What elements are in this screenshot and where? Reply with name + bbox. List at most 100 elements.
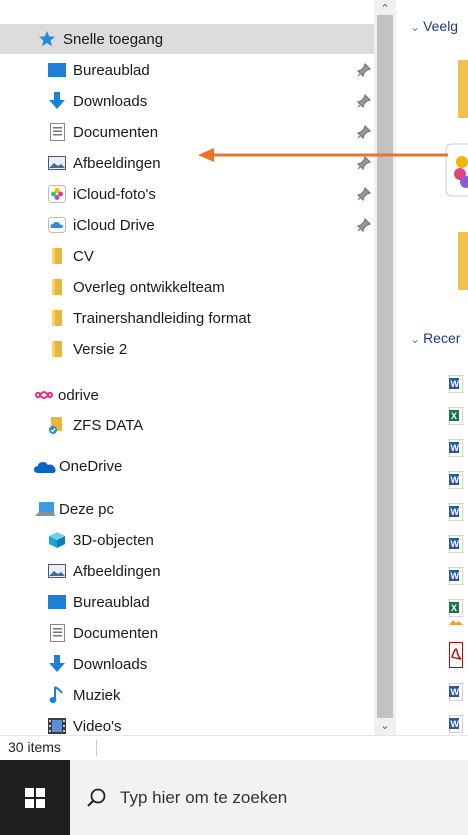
nav-label: odrive <box>58 386 99 404</box>
nav-this-pc[interactable]: Deze pc <box>0 494 374 524</box>
search-icon <box>87 788 106 807</box>
nav-label: Downloads <box>73 655 148 673</box>
pin-icon[interactable] <box>357 63 371 77</box>
nav-item-versie-2[interactable]: Versie 2 <box>0 334 374 364</box>
svg-text:W: W <box>451 687 460 697</box>
pictures-icon <box>48 154 66 172</box>
nav-label: ZFS DATA <box>73 416 144 434</box>
nav-item-icloud-photos[interactable]: iCloud-foto's <box>0 179 374 209</box>
svg-text:W: W <box>451 539 460 549</box>
items-count: 30 items <box>8 739 61 755</box>
nav-item-downloads[interactable]: Downloads <box>0 86 374 116</box>
section-recent[interactable]: ⌄ Recer <box>410 330 460 346</box>
chevron-down-icon: ⌄ <box>410 20 421 34</box>
nav-label: 3D-objecten <box>73 531 154 549</box>
nav-item-icloud-drive[interactable]: iCloud Drive <box>0 210 374 240</box>
folder-icon <box>48 247 66 265</box>
nav-onedrive[interactable]: OneDrive <box>0 451 374 481</box>
icloud-drive-icon <box>48 216 66 234</box>
nav-label: Versie 2 <box>73 340 128 358</box>
icloud-photos-icon <box>48 185 66 203</box>
infinity-icon <box>34 386 54 404</box>
pin-icon[interactable] <box>357 187 371 201</box>
word-file-icon[interactable]: W <box>449 567 463 585</box>
nav-item-videos[interactable]: Video's <box>0 711 374 735</box>
nav-label: iCloud-foto's <box>73 185 156 203</box>
nav-label: Overleg ontwikkelteam <box>73 278 225 296</box>
excel-file-icon[interactable]: X <box>449 599 463 617</box>
svg-text:X: X <box>451 411 457 421</box>
image-file-icon[interactable] <box>449 617 463 627</box>
section-frequent[interactable]: ⌄ Veelg <box>410 18 458 34</box>
excel-file-icon[interactable]: X <box>449 407 463 425</box>
word-file-icon[interactable]: W <box>449 375 463 393</box>
pdf-file-icon[interactable] <box>449 642 463 668</box>
status-divider <box>96 740 97 756</box>
start-button[interactable] <box>0 760 70 835</box>
desktop-icon <box>48 61 66 79</box>
nav-item-pc-downloads[interactable]: Downloads <box>0 649 374 679</box>
taskbar: Typ hier om te zoeken <box>0 760 468 835</box>
svg-text:W: W <box>451 719 460 729</box>
nav-label: Bureaublad <box>73 593 150 611</box>
nav-item-cv[interactable]: CV <box>0 241 374 271</box>
word-file-icon[interactable]: W <box>449 503 463 521</box>
nav-label: OneDrive <box>59 457 123 475</box>
svg-text:W: W <box>451 379 460 389</box>
folder-tile-icon[interactable] <box>458 232 468 290</box>
word-file-icon[interactable]: W <box>449 471 463 489</box>
nav-label: Bureaublad <box>73 61 150 79</box>
nav-odrive[interactable]: odrive <box>0 380 374 410</box>
nav-item-documenten[interactable]: Documenten <box>0 117 374 147</box>
nav-label: Trainershandleiding format <box>73 309 251 327</box>
nav-label: Afbeeldingen <box>73 562 161 580</box>
file-explorer-window: Snelle toegang Bureaublad Downloads Docu… <box>0 0 468 761</box>
nav-item-muziek[interactable]: Muziek <box>0 680 374 710</box>
chevron-down-icon: ⌄ <box>410 332 421 346</box>
nav-label: Muziek <box>73 686 121 704</box>
scroll-down-icon[interactable]: ⌄ <box>379 720 391 732</box>
word-file-icon[interactable]: W <box>449 683 463 701</box>
svg-text:W: W <box>451 475 460 485</box>
nav-item-bureaublad[interactable]: Bureaublad <box>0 55 374 85</box>
nav-item-pc-bureaublad[interactable]: Bureaublad <box>0 587 374 617</box>
nav-item-pc-documenten[interactable]: Documenten <box>0 618 374 648</box>
scroll-up-icon[interactable]: ⌃ <box>379 3 391 15</box>
music-note-icon <box>48 686 66 704</box>
svg-text:X: X <box>451 603 457 613</box>
star-icon <box>38 30 56 48</box>
nav-item-zfs-data[interactable]: ZFS DATA <box>0 410 374 440</box>
nav-item-overleg-ontwikkelteam[interactable]: Overleg ontwikkelteam <box>0 272 374 302</box>
nav-label: Afbeeldingen <box>73 154 161 172</box>
folder-icon <box>48 278 66 296</box>
nav-label: CV <box>73 247 94 265</box>
download-arrow-icon <box>48 92 66 110</box>
nav-label: Deze pc <box>59 500 115 518</box>
folder-icon <box>48 340 66 358</box>
word-file-icon[interactable]: W <box>449 535 463 553</box>
pin-icon[interactable] <box>357 218 371 232</box>
download-arrow-icon <box>48 655 66 673</box>
nav-label: Documenten <box>73 123 159 141</box>
nav-label: Downloads <box>73 92 148 110</box>
nav-item-pc-afbeeldingen[interactable]: Afbeeldingen <box>0 556 374 586</box>
nav-item-trainershandleiding[interactable]: Trainershandleiding format <box>0 303 374 333</box>
nav-label: Snelle toegang <box>63 30 164 48</box>
scrollbar-thumb[interactable] <box>377 15 393 718</box>
word-file-icon[interactable]: W <box>449 439 463 457</box>
nav-item-3d-objects[interactable]: 3D-objecten <box>0 525 374 555</box>
navigation-pane: Snelle toegang Bureaublad Downloads Docu… <box>0 0 374 735</box>
document-icon <box>48 123 66 141</box>
nav-label: Documenten <box>73 624 159 642</box>
taskbar-search-box[interactable]: Typ hier om te zoeken <box>70 760 468 835</box>
nav-label: iCloud Drive <box>73 216 155 234</box>
pin-icon[interactable] <box>357 125 371 139</box>
pin-icon[interactable] <box>357 94 371 108</box>
word-file-icon[interactable]: W <box>449 715 463 733</box>
video-film-icon <box>48 717 66 735</box>
folder-tile-icon[interactable] <box>458 60 468 118</box>
annotation-arrow <box>198 148 448 162</box>
cube-icon <box>48 531 66 549</box>
nav-quick-access[interactable]: Snelle toegang <box>0 24 374 54</box>
svg-text:W: W <box>451 507 460 517</box>
